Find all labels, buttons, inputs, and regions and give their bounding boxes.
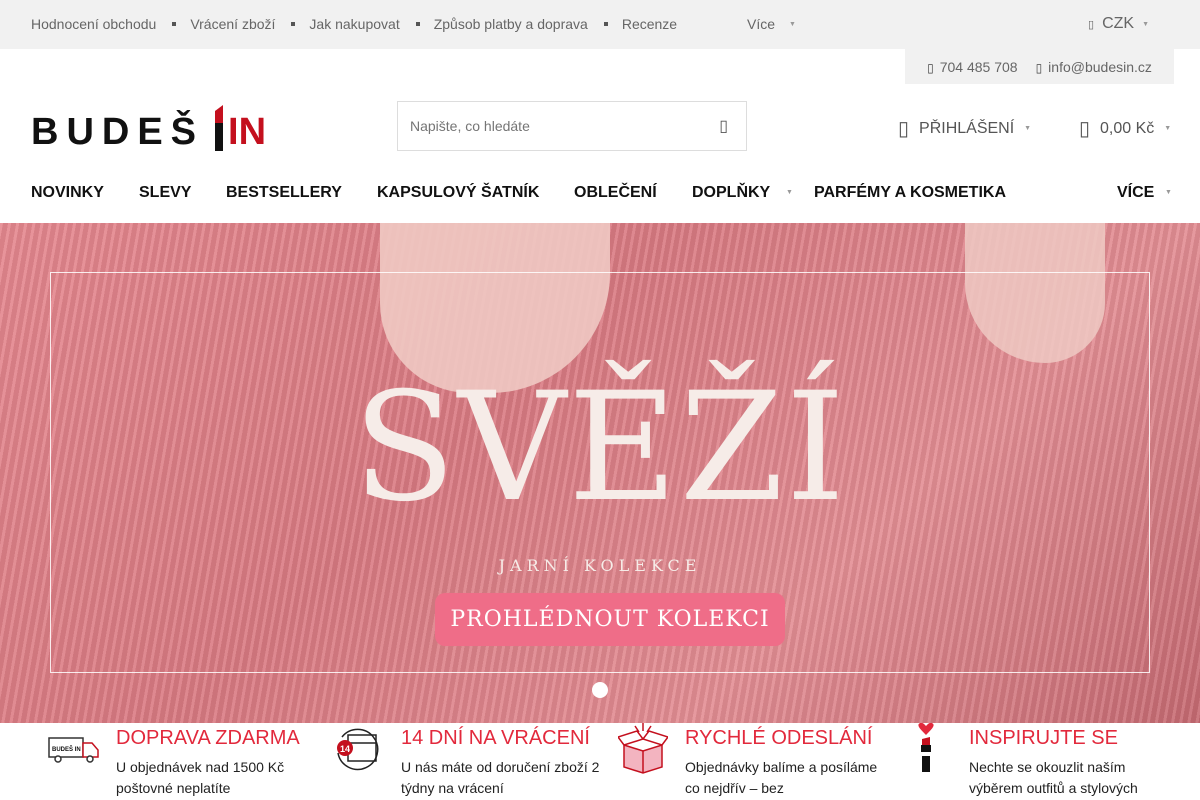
benefit-title: RYCHLÉ ODESLÁNÍ <box>685 727 873 749</box>
top-link-platba-doprava[interactable]: Způsob platby a doprava <box>434 16 588 32</box>
top-bar: Hodnocení obchodu Vrácení zboží Jak naku… <box>0 0 1200 49</box>
logo-text-end: IN <box>228 111 267 153</box>
delivery-truck-icon: BUDEŠ IN <box>48 737 99 763</box>
search-icon[interactable]: ▯ <box>719 116 728 136</box>
nav-item-novinky[interactable]: NOVINKY <box>31 184 104 202</box>
nav-item-obleceni[interactable]: OBLEČENÍ <box>574 184 657 202</box>
top-link-jak-nakupovat[interactable]: Jak nakupovat <box>309 16 399 32</box>
nav-item-bestsellery[interactable]: BESTSELLERY <box>226 184 342 202</box>
slider-dot-active[interactable] <box>592 682 608 698</box>
top-link-recenze[interactable]: Recenze <box>622 16 677 32</box>
currency-icon: ▯ <box>1088 18 1095 31</box>
phone-number: 704 485 708 <box>939 58 1018 75</box>
nav-item-doplnky[interactable]: DOPLŇKY <box>692 184 770 202</box>
phone-link[interactable]: ▯ 704 485 708 <box>927 59 1017 75</box>
nav-item-slevy[interactable]: SLEVY <box>139 184 191 202</box>
benefits-bar: BUDEŠ IN DOPRAVA ZDARMA U objednávek nad… <box>0 723 1200 800</box>
site-logo[interactable]: BUDEŠ IN <box>31 103 266 151</box>
phone-icon: ▯ <box>927 60 934 75</box>
benefit-item: INSPIRUJTE SE Nechte se okouzlit naším v… <box>902 723 1172 800</box>
top-link-hodnoceni[interactable]: Hodnocení obchodu <box>31 16 156 32</box>
benefit-title: DOPRAVA ZDARMA <box>116 727 300 749</box>
email-icon: ▯ <box>1035 60 1043 75</box>
chevron-down-icon: ▼ <box>1164 125 1172 132</box>
separator-square <box>291 22 296 26</box>
benefit-title: INSPIRUJTE SE <box>969 727 1118 749</box>
top-more-label: Více <box>747 16 776 32</box>
return-14-days-icon: 14 <box>337 728 379 771</box>
user-icon: ▯ <box>898 118 910 140</box>
benefit-text: Objednávky balíme a posíláme co nejdřív … <box>685 759 878 796</box>
logo-text-main: BUDEŠ <box>31 111 205 153</box>
chevron-down-icon: ▼ <box>789 20 796 28</box>
benefit-text: U objednávek nad 1500 Kč poštovné neplat… <box>116 759 285 796</box>
chevron-down-icon: ▼ <box>1142 20 1149 28</box>
hero-cta-button[interactable]: PROHLÉDNOUT KOLEKCI <box>435 593 785 646</box>
lipstick-heart-icon <box>918 723 934 772</box>
separator-square <box>603 22 608 26</box>
top-link-vraceni[interactable]: Vrácení zboží <box>190 16 275 32</box>
search-box: ▯ <box>397 101 747 151</box>
separator-square <box>415 22 420 26</box>
benefit-title: 14 DNÍ NA VRÁCENÍ <box>401 727 590 749</box>
currency-selector[interactable]: ▯ CZK ▼ <box>1088 15 1149 33</box>
cart-total: 0,00 Kč <box>1100 119 1155 137</box>
currency-label: CZK <box>1102 15 1135 32</box>
login-label: PŘIHLÁŠENÍ <box>919 119 1015 137</box>
nav-item-parfemy-kosmetika[interactable]: PARFÉMY A KOSMETIKA <box>814 184 1006 202</box>
benefit-text: U nás máte od doručení zboží 2 týdny na … <box>401 759 600 796</box>
cart-button[interactable]: ▯ 0,00 Kč ▼ <box>1079 116 1171 141</box>
email-link[interactable]: ▯ info@budesin.cz <box>1036 59 1152 75</box>
top-more-menu[interactable]: Více ▼ <box>747 16 796 32</box>
contact-box: ▯ 704 485 708 ▯ info@budesin.cz <box>905 49 1174 84</box>
separator-square <box>172 22 177 26</box>
benefit-text: Nechte se okouzlit naším výběrem outfitů… <box>969 759 1138 796</box>
hero-title: SVĚŽÍ <box>352 361 848 535</box>
benefit-item: 14 14 DNÍ NA VRÁCENÍ U nás máte od doruč… <box>332 723 602 800</box>
login-button[interactable]: ▯ PŘIHLÁŠENÍ ▼ <box>898 116 1031 141</box>
lipstick-logo-icon <box>215 105 224 151</box>
svg-text:14: 14 <box>340 744 350 754</box>
hero-subtitle: JARNÍ KOLEKCE <box>498 556 702 575</box>
nav-item-kapsulovy-satnik[interactable]: KAPSULOVÝ ŠATNÍK <box>377 184 539 202</box>
chevron-down-icon: ▼ <box>1165 189 1172 196</box>
gift-box-icon <box>618 723 668 774</box>
benefit-item: BUDEŠ IN DOPRAVA ZDARMA U objednávek nad… <box>48 723 318 800</box>
cart-icon: ▯ <box>1079 118 1091 140</box>
svg-text:BUDEŠ IN: BUDEŠ IN <box>52 745 81 753</box>
search-input[interactable] <box>398 102 688 150</box>
hero-banner[interactable]: SVĚŽÍ JARNÍ KOLEKCE PROHLÉDNOUT KOLEKCI <box>0 223 1200 723</box>
top-links: Hodnocení obchodu Vrácení zboží Jak naku… <box>31 16 677 32</box>
nav-item-vice[interactable]: VÍCE <box>1117 184 1154 202</box>
email-address: info@budesin.cz <box>1048 58 1152 75</box>
main-nav: NOVINKY SLEVY BESTSELLERY KAPSULOVÝ ŠATN… <box>31 184 1172 204</box>
benefit-item: RYCHLÉ ODESLÁNÍ Objednávky balíme a posí… <box>618 723 888 800</box>
chevron-down-icon: ▼ <box>786 189 793 196</box>
chevron-down-icon: ▼ <box>1024 125 1032 132</box>
